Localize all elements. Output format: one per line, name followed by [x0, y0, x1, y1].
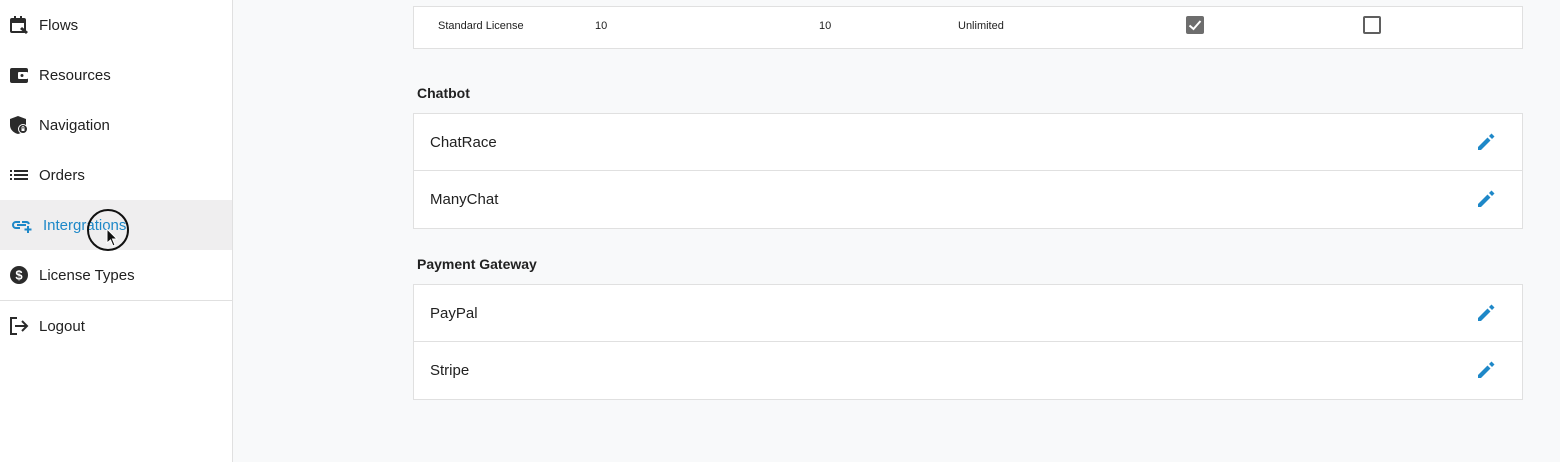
section-title-payment-gateway: Payment Gateway — [417, 256, 537, 272]
sidebar: Flows Resources Navigation Orders Interg — [0, 0, 233, 462]
license-checkbox-checked[interactable] — [1186, 16, 1204, 34]
sidebar-item-label: Navigation — [39, 116, 110, 134]
sidebar-item-navigation[interactable]: Navigation — [0, 100, 232, 150]
mouse-cursor-icon — [106, 228, 119, 247]
license-value-cell: 10 — [595, 20, 608, 32]
license-table-row: Standard License 10 10 Unlimited — [413, 6, 1523, 49]
link-add-icon — [11, 214, 33, 236]
edit-icon[interactable] — [1476, 360, 1496, 380]
checkmark-icon — [1188, 20, 1202, 31]
sidebar-item-resources[interactable]: Resources — [0, 50, 232, 100]
payment-gateway-list: PayPal Stripe — [413, 284, 1523, 400]
edit-icon[interactable] — [1476, 303, 1496, 323]
list-item: PayPal — [414, 285, 1522, 342]
sidebar-item-orders[interactable]: Orders — [0, 150, 232, 200]
section-title-chatbot: Chatbot — [417, 85, 470, 101]
list-item: Stripe — [414, 342, 1522, 399]
sidebar-item-logout[interactable]: Logout — [0, 301, 232, 351]
sidebar-item-license-types[interactable]: $ License Types — [0, 250, 232, 300]
sidebar-item-label: Logout — [39, 317, 85, 335]
license-limit-cell: Unlimited — [958, 20, 1004, 32]
app: Flows Resources Navigation Orders Interg — [0, 0, 1560, 462]
license-value-cell: 10 — [819, 20, 832, 32]
sidebar-item-label: Flows — [39, 16, 79, 34]
license-name-cell: Standard License — [438, 20, 524, 32]
sidebar-item-label: Orders — [39, 166, 85, 184]
integration-name: Stripe — [430, 362, 470, 379]
list-item: ChatRace — [414, 114, 1522, 171]
sidebar-item-label: Resources — [39, 66, 111, 84]
list-icon — [8, 164, 30, 186]
main-content: Standard License 10 10 Unlimited Chatbot… — [233, 0, 1560, 462]
table-divider — [414, 6, 1522, 7]
license-checkbox-unchecked[interactable] — [1363, 16, 1381, 34]
wallet-icon — [8, 64, 30, 86]
integration-name: PayPal — [430, 304, 478, 322]
edit-icon[interactable] — [1476, 132, 1496, 152]
integration-name: ManyChat — [430, 191, 499, 208]
dollar-circle-icon: $ — [8, 264, 30, 286]
list-item: ManyChat — [414, 171, 1522, 228]
sidebar-item-flows[interactable]: Flows — [0, 0, 232, 50]
logout-icon — [8, 315, 30, 337]
edit-icon[interactable] — [1476, 189, 1496, 209]
chatbot-list: ChatRace ManyChat — [413, 113, 1523, 229]
integration-name: ChatRace — [430, 133, 497, 151]
svg-text:$: $ — [15, 268, 23, 283]
calendar-edit-icon — [8, 14, 30, 36]
sidebar-item-label: License Types — [39, 266, 135, 284]
shield-lock-icon — [8, 114, 30, 136]
